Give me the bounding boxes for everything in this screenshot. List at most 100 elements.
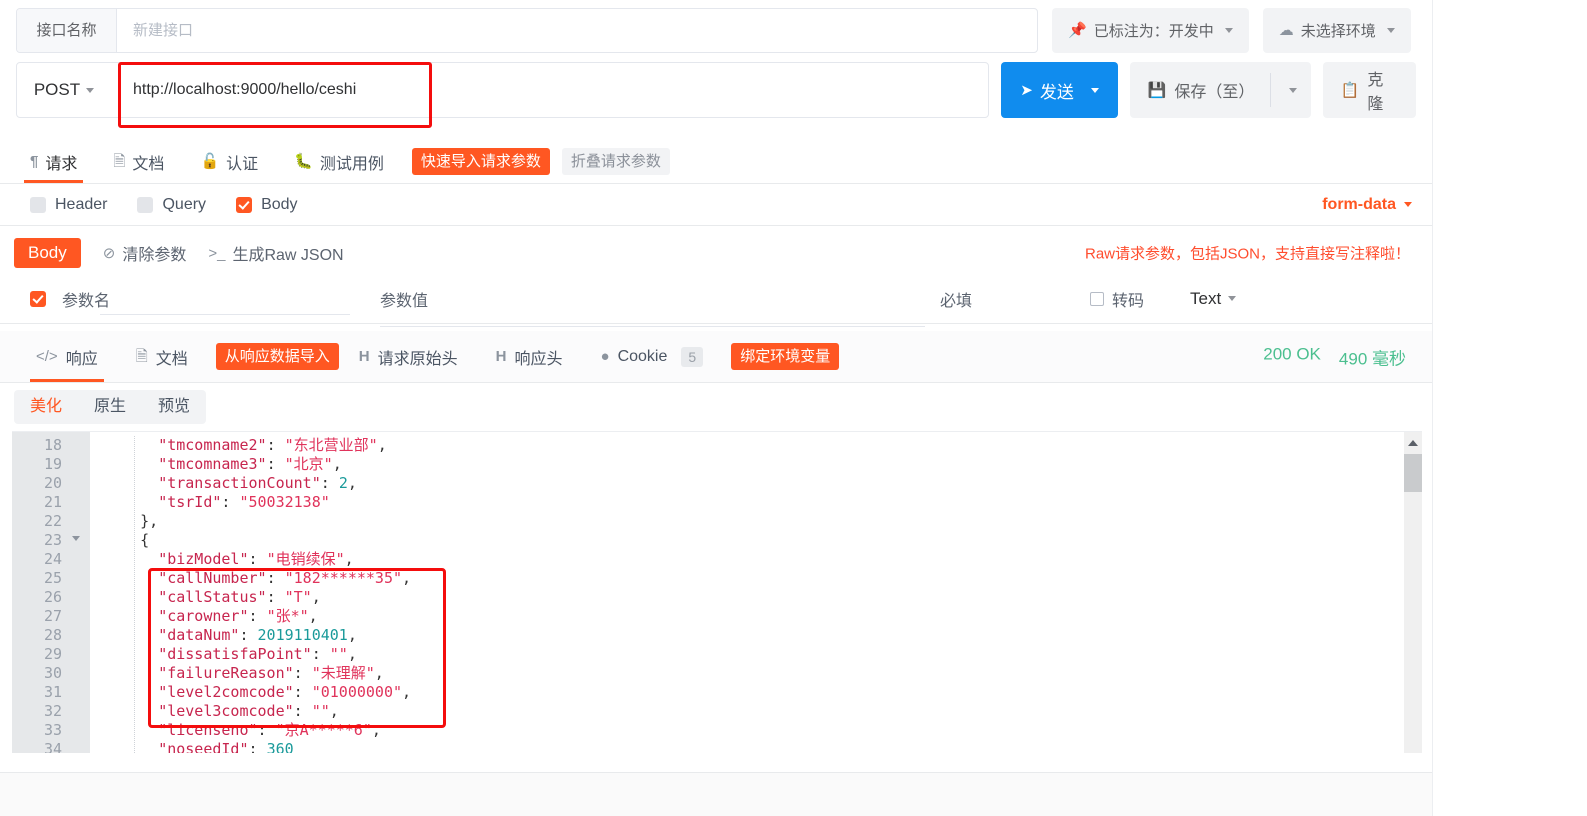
response-code-editor[interactable]: 18 19 20 21 22 23 24 25 26 27 28 29 30 31 32 33 34 "tmco… [12,431,1422,753]
http-method-dropdown[interactable]: POST [17,80,111,100]
code-token: : [266,588,285,606]
param-encode-checkbox[interactable]: 转码 [1090,287,1144,311]
line-number: 29 [43,645,62,663]
body-format-dropdown[interactable]: form-data [1322,196,1412,214]
code-line: "tmcomname2": "东北营业部", [90,436,1422,455]
fold-toggle-icon[interactable] [72,536,80,541]
code-token: , [402,569,412,587]
view-mode-raw[interactable]: 原生 [78,390,142,424]
save-button[interactable]: 💾 保存（至） [1130,78,1270,102]
tab-testcase[interactable]: 🐛 测试用例 [278,140,400,183]
view-mode-bar: 美化 原生 预览 [0,383,1432,431]
line-number: 33 [43,721,62,739]
generate-raw-json-button[interactable]: >_ 生成Raw JSON [208,241,343,265]
view-mode-beautify[interactable]: 美化 [14,390,78,424]
document-icon: 🗎 [113,153,126,170]
quick-import-params-button[interactable]: 快速导入请求参数 [411,147,550,176]
unlock-icon: 🔓 [200,153,220,170]
generate-raw-json-label: 生成Raw JSON [232,247,344,264]
checkbox-body[interactable]: Body [236,196,298,214]
clone-button[interactable]: 📋 克隆 [1322,62,1416,118]
line-number: 20 [43,474,62,492]
raw-params-note: Raw请求参数，包括JSON，支持直接写注释啦！ [1084,245,1410,263]
code-token: , [311,588,321,606]
save-dropdown-button[interactable] [1271,87,1311,93]
tab-response-document[interactable]: 🗎 文档 [118,331,206,382]
scroll-up-button[interactable] [1404,432,1422,454]
tab-cookie-label: Cookie [617,347,668,365]
encode-checkbox-box [1090,291,1104,306]
param-type-checkbox-row: Header Query Body form-data [0,184,1432,226]
code-token: , [371,721,381,739]
param-name-cell: 参数名 [30,287,380,315]
environment-dropdown[interactable]: ☁ 未选择环境 [1262,8,1411,53]
param-required-header: 必填 [940,292,973,310]
response-status: 200 OK 490 毫秒 [1263,344,1406,369]
code-token: "T" [284,588,312,606]
tab-cookie[interactable]: ● Cookie 5 [583,331,722,382]
editor-code-area[interactable]: "tmcomname2": "东北营业部", "tmcomname3": "北京… [90,432,1422,753]
code-line: }, [90,512,1422,531]
line-number: 32 [43,702,62,720]
import-from-response-button[interactable]: 从响应数据导入 [215,342,339,371]
tab-document[interactable]: 🗎 文档 [97,140,180,183]
interface-name-input[interactable] [117,10,1037,51]
tab-auth-label: 认证 [226,155,259,173]
chevron-down-icon [1288,87,1297,93]
code-token: , [329,702,339,720]
code-token: : [266,569,285,587]
code-line: "dataNum": 2019110401, [90,626,1422,645]
url-input[interactable] [111,63,989,117]
api-test-tool-window: 接口名称 📌 已标注为：开发中 ☁ 未选择环境 POST ➤ [0,0,1587,816]
tab-response-header[interactable]: H 响应头 [478,331,581,382]
checkbox-header[interactable]: Header [30,196,107,214]
clear-params-button[interactable]: ⊘ 清除参数 [103,241,187,265]
code-token: , [347,474,357,492]
tab-response-label: 响应 [65,350,98,368]
tab-document-label: 文档 [132,155,165,173]
request-url-bar: POST ➤ 发送 💾 保存（至） 📋 [16,62,1416,128]
send-button[interactable]: ➤ 发送 [1001,62,1118,118]
checkbox-body-box [236,196,253,213]
bind-env-var-button[interactable]: 绑定环境变量 [731,342,840,371]
code-token: , [308,607,318,625]
header-h-icon: H [358,348,370,365]
scrollbar-thumb[interactable] [1404,454,1422,492]
param-value-input-underline[interactable] [380,325,925,327]
code-token: "callNumber" [158,569,267,587]
tab-request-raw-header-label: 请求原始头 [377,350,458,368]
code-token: : [266,436,285,454]
body-badge[interactable]: Body [14,238,81,268]
param-name-input-underline[interactable] [100,314,350,315]
status-tag-dropdown[interactable]: 📌 已标注为：开发中 [1052,8,1249,53]
view-mode-preview[interactable]: 预览 [142,390,206,424]
save-button-group: 💾 保存（至） [1129,62,1311,118]
editor-vertical-scrollbar[interactable] [1404,432,1422,753]
environment-label: 未选择环境 [1300,23,1376,40]
code-token: : [239,626,258,644]
line-number: 22 [43,512,62,530]
code-token: , [402,683,412,701]
line-number: 31 [43,683,62,701]
collapse-params-button[interactable]: 折叠请求参数 [561,147,670,176]
url-shell: POST [16,62,990,128]
param-value-header: 参数值 [380,292,429,310]
line-number: 25 [43,569,62,587]
param-type-dropdown[interactable]: Text [1190,289,1237,309]
code-token: 360 [266,740,294,753]
checkbox-query[interactable]: Query [137,196,206,214]
interface-name-bar: 接口名称 📌 已标注为：开发中 ☁ 未选择环境 [0,0,1432,58]
tab-request-raw-header[interactable]: H 请求原始头 [341,331,476,382]
code-token: "北京" [284,455,333,473]
code-line: "bizModel": "电销续保", [90,550,1422,569]
tab-request[interactable]: ¶ 请求 [14,140,93,183]
line-number: 18 [43,436,62,454]
tab-auth[interactable]: 🔓 认证 [184,140,274,183]
param-select-all-checkbox[interactable] [30,290,46,307]
code-token: "callStatus" [158,588,267,606]
tab-response[interactable]: </> 响应 [18,331,116,382]
